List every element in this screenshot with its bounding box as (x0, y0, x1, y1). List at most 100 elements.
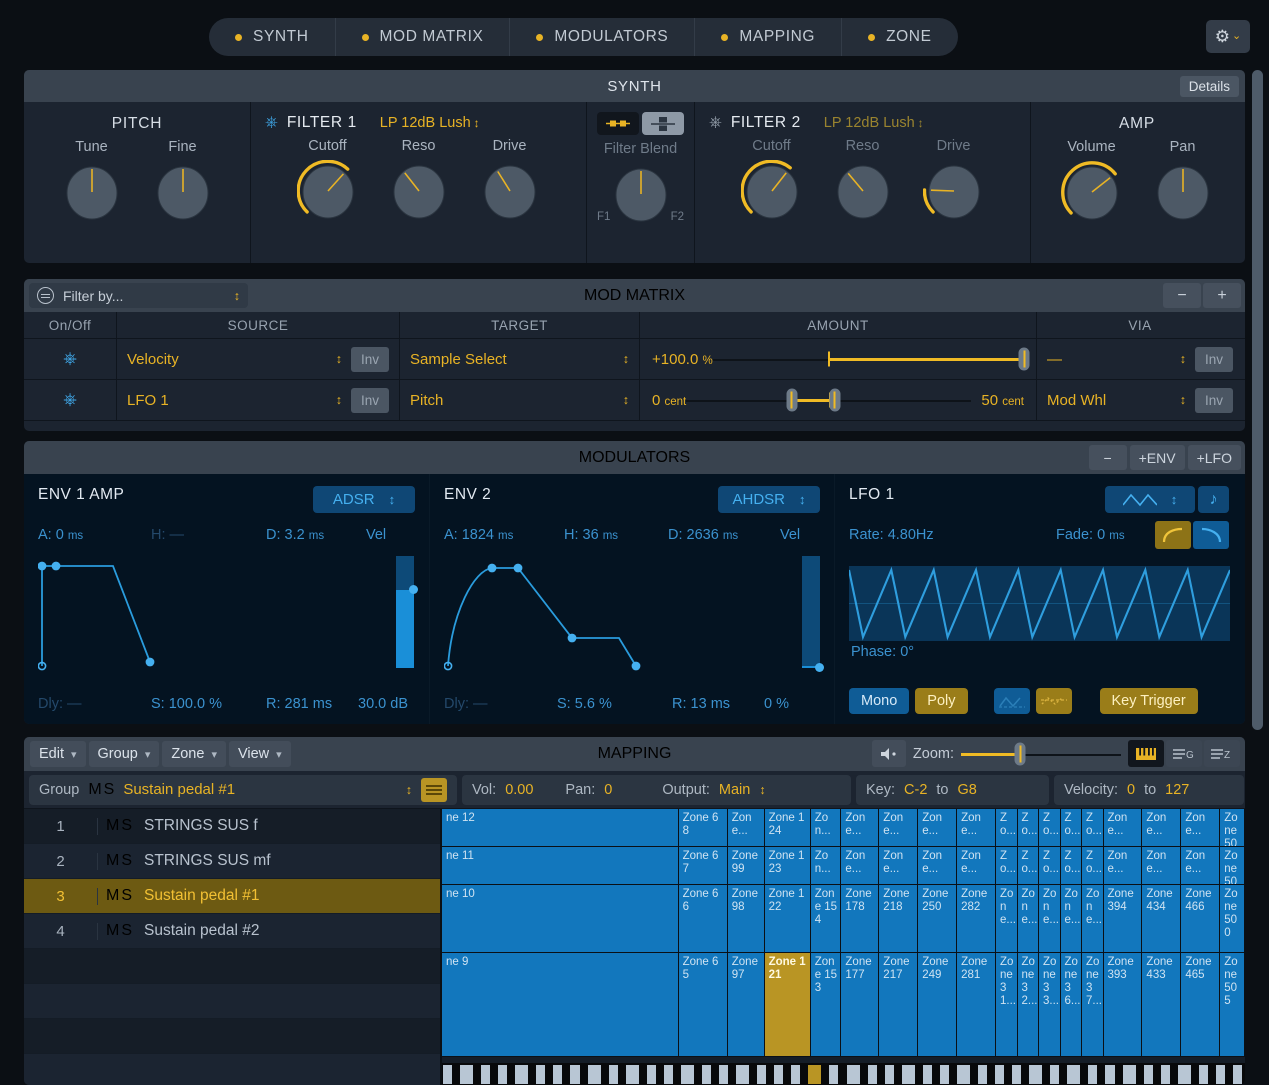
details-button[interactable]: Details (1180, 76, 1239, 97)
zone-cell[interactable]: Zone 433 (1142, 953, 1181, 1057)
zone-cell[interactable]: Zone 67 (679, 847, 728, 885)
note-icon[interactable]: ♪ (1198, 486, 1229, 513)
piano-key[interactable] (978, 1065, 987, 1084)
zone-cell[interactable]: Zone 36... (1061, 953, 1083, 1057)
group-mute-button[interactable]: M (88, 781, 101, 799)
via-select[interactable]: Mod Whl↕ (1047, 392, 1186, 409)
add-lfo-button[interactable]: +LFO (1188, 445, 1241, 470)
group-row-empty[interactable] (24, 949, 440, 984)
amount-left-value[interactable]: +100.0 % (652, 351, 713, 368)
piano-key[interactable] (957, 1065, 970, 1084)
zone-cell[interactable]: Zone 31... (996, 953, 1018, 1057)
env1-mode-select[interactable]: ADSR↕ (313, 486, 415, 513)
zone-cell[interactable]: Zone 98 (728, 885, 765, 953)
vertical-scrollbar[interactable] (1252, 64, 1263, 744)
zone-cell[interactable]: Zone... (957, 847, 996, 885)
group-row-mute-button[interactable]: M (106, 922, 119, 940)
zone-cell[interactable]: Zone 66 (679, 885, 728, 953)
menu-zone[interactable]: Zone▾ (162, 741, 226, 767)
env1-hold[interactable]: H: — (151, 527, 266, 543)
piano-key[interactable] (1088, 1065, 1097, 1084)
zone-cell[interactable]: Zone 153 (811, 953, 842, 1057)
zone-cell[interactable]: Zone 434 (1142, 885, 1181, 953)
lfo1-poly-button[interactable]: Poly (915, 688, 967, 714)
zone-cell[interactable]: Zon... (811, 809, 842, 847)
output-value[interactable]: Main (719, 782, 750, 798)
serial-icon[interactable] (597, 112, 639, 135)
zone-cell[interactable]: Zo... (996, 847, 1018, 885)
zone-cell[interactable]: Zone 250 (918, 885, 957, 953)
env1-vel-slider[interactable] (396, 556, 414, 668)
zone-cell[interactable]: Zone... (1104, 809, 1143, 847)
piano-key[interactable] (736, 1065, 749, 1084)
zone-cell[interactable]: Zone 393 (1104, 953, 1143, 1057)
settings-menu-button[interactable]: ⚙ ⌄ (1206, 20, 1250, 53)
zone-cell[interactable]: Zone... (728, 809, 765, 847)
zone-cell[interactable]: Zone... (879, 809, 918, 847)
zone-cell[interactable]: Zone 465 (1181, 953, 1220, 1057)
env1-attack[interactable]: A: 0 ms (38, 527, 151, 543)
piano-key[interactable] (536, 1065, 545, 1084)
piano-key[interactable] (1233, 1065, 1242, 1084)
zone-cell[interactable]: Zone 505 (1220, 953, 1245, 1057)
group-row-empty[interactable] (24, 1019, 440, 1054)
env2-vel-slider[interactable] (802, 556, 820, 668)
zone-cell[interactable]: Zon... (811, 847, 842, 885)
zone-cell[interactable]: Zone... (1181, 847, 1220, 885)
piano-key[interactable] (757, 1065, 766, 1084)
via-invert-button[interactable]: Inv (1195, 347, 1233, 372)
source-select[interactable]: Velocity↕ (127, 351, 342, 368)
list-icon[interactable] (421, 778, 447, 802)
piano-key[interactable] (774, 1065, 783, 1084)
zone-cell[interactable]: Zo... (1061, 809, 1083, 847)
lfo1-phase[interactable]: Phase: 0° (851, 644, 914, 660)
group-row-name[interactable]: STRINGS SUS f (144, 817, 258, 835)
keyboard-view-button[interactable] (1128, 740, 1164, 767)
group-row-solo-button[interactable]: S (121, 852, 132, 870)
piano-key[interactable] (588, 1065, 601, 1084)
piano-key[interactable] (1067, 1065, 1080, 1084)
zone-cell[interactable]: Zone... (918, 809, 957, 847)
env2-vel-amount[interactable]: 0 % (764, 696, 789, 712)
group-row-name[interactable]: Sustain pedal #1 (144, 887, 259, 905)
env2-release[interactable]: R: 13 ms (672, 696, 764, 712)
zone-cell[interactable]: Zone 68 (679, 809, 728, 847)
env2-mode-select[interactable]: AHDSR↕ (718, 486, 820, 513)
group-list-view-button[interactable]: G (1166, 740, 1202, 767)
zone-cell[interactable]: Zo... (1039, 809, 1061, 847)
piano-key[interactable] (681, 1065, 694, 1084)
group-row-name[interactable]: Sustain pedal #2 (144, 922, 259, 940)
zone-cell[interactable]: Zone 124 (765, 809, 811, 847)
amp-volume-knob[interactable] (1061, 161, 1123, 223)
zone-cell[interactable]: Zone 123 (765, 847, 811, 885)
row-power-icon[interactable]: ⎈ (63, 349, 77, 369)
zone-cell[interactable]: Zone... (841, 847, 879, 885)
env1-release[interactable]: R: 281 ms (266, 696, 358, 712)
velocity-from-value[interactable]: 0 (1127, 782, 1135, 798)
zoom-slider[interactable] (961, 740, 1121, 767)
curve-down-icon[interactable] (1193, 521, 1229, 549)
add-row-button[interactable]: + (1203, 283, 1241, 308)
group-row-empty[interactable] (24, 1054, 440, 1085)
source-invert-button[interactable]: Inv (351, 388, 389, 413)
env2-sustain[interactable]: S: 5.6 % (557, 696, 672, 712)
filter2-cutoff-knob[interactable] (741, 160, 803, 222)
zone-cell[interactable]: Zone 466 (1181, 885, 1220, 953)
env2-attack[interactable]: A: 1824 ms (444, 527, 564, 543)
zone-cell[interactable]: ne 11 (442, 847, 679, 885)
piano-keyboard[interactable] (442, 1063, 1245, 1085)
pitch-tune-knob[interactable] (61, 161, 123, 223)
zone-cell[interactable]: Zone 282 (957, 885, 996, 953)
zone-cell[interactable]: Zo... (1018, 809, 1040, 847)
zone-cell[interactable]: ne 10 (442, 885, 679, 953)
env2-curve[interactable] (444, 552, 789, 672)
piano-key[interactable] (515, 1065, 528, 1084)
zone-cell[interactable]: Zone 507 (1220, 847, 1245, 885)
filter2-drive-knob[interactable] (923, 160, 985, 222)
add-env-button[interactable]: +ENV (1130, 445, 1185, 470)
velocity-to-value[interactable]: 127 (1165, 782, 1189, 798)
lfo1-fade[interactable]: Fade: 0 ms (1056, 527, 1125, 543)
filter2-type-select[interactable]: LP 12dB Lush↕ (824, 115, 924, 131)
smooth-wave-icon[interactable] (994, 688, 1030, 714)
amount-right-value[interactable]: 50 cent (981, 392, 1024, 409)
